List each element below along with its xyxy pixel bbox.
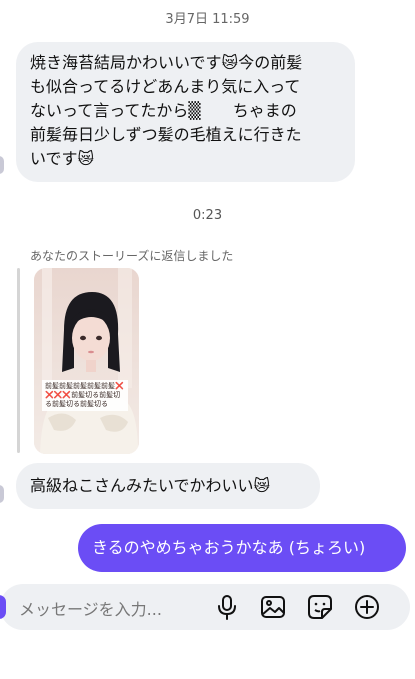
message-composer: メッセージを入力... [0, 584, 410, 630]
incoming-message[interactable]: 焼き海苔結局かわいいです😿今の前髪 も似合ってるけどあんまり気に入って ないって… [16, 42, 355, 182]
image-icon[interactable] [258, 592, 288, 622]
message-line: 前髪毎日少しずつ髪の毛植えに行きた [30, 125, 302, 144]
camera-button[interactable] [0, 595, 6, 619]
timestamp: 3月7日 11:59 [165, 12, 250, 27]
message-text: きるのやめちゃおうかなあ (ちょろい) [92, 538, 366, 557]
incoming-message[interactable]: 高級ねこさんみたいでかわいい😿 [16, 463, 320, 509]
microphone-icon[interactable] [212, 592, 242, 622]
sticker-icon[interactable] [305, 592, 335, 622]
story-caption: 前髪前髪前髪前髪前髪❌❌❌❌前髪切る前髪切る前髪切る前髪切る [42, 380, 128, 411]
story-thumbnail[interactable]: 前髪前髪前髪前髪前髪❌❌❌❌前髪切る前髪切る前髪切る前髪切る [34, 268, 139, 454]
plus-icon[interactable] [352, 592, 382, 622]
sender-avatar[interactable] [0, 156, 4, 174]
reply-indicator-bar [17, 268, 20, 453]
timestamp: 0:23 [192, 208, 223, 223]
message-line: ないって言ってたから▒ ちゃまの [30, 101, 297, 120]
message-line: も似合ってるけどあんまり気に入って [30, 77, 301, 96]
story-photo [34, 268, 139, 454]
outgoing-message[interactable]: きるのやめちゃおうかなあ (ちょろい) [78, 524, 406, 572]
message-text: 高級ねこさんみたいでかわいい😿 [30, 476, 271, 495]
story-reply-label: あなたのストーリーズに返信しました [30, 249, 234, 263]
message-line: 焼き海苔結局かわいいです😿今の前髪 [30, 53, 303, 72]
message-input[interactable]: メッセージを入力... [19, 596, 162, 620]
message-line: いです😿 [30, 149, 95, 168]
sender-avatar[interactable] [0, 485, 4, 503]
